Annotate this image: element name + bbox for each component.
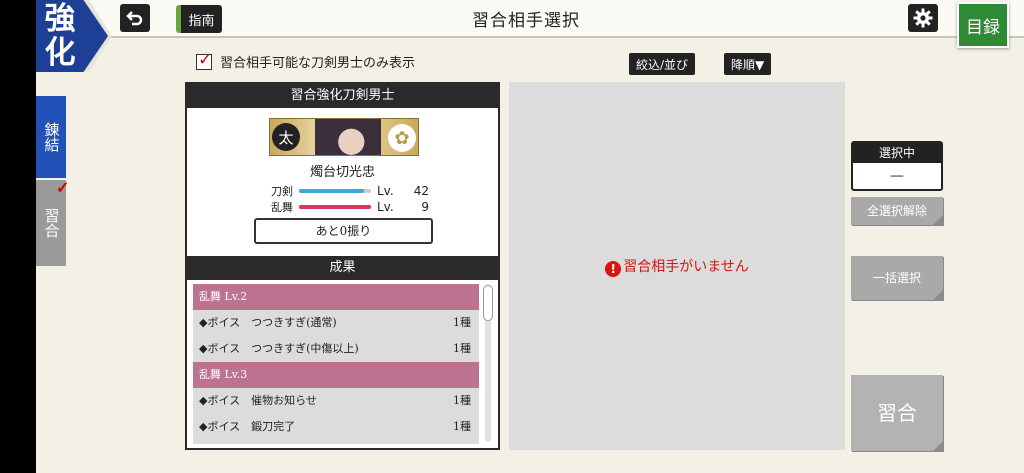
selected-header: 選択中 (853, 143, 941, 163)
side-tab-link-label: 錬結 (42, 122, 61, 152)
results-list[interactable]: 乱舞 Lv.2 ◆ボイス つつきすぎ(通常) 1種 ◆ボイス つつきすぎ(中傷以… (193, 284, 479, 444)
section-title: 強化 (44, 1, 76, 71)
list-item: ◆ボイス つつきすぎ(中傷以上) 1種 (193, 336, 479, 362)
results-scrollbar-thumb[interactable] (483, 285, 493, 321)
character-name: 燭台切光忠 (309, 165, 375, 180)
checkmark-icon: ✓ (56, 178, 70, 197)
list-item: ◆ボイス 催物お知らせ 1種 (193, 388, 479, 414)
character-face-image (315, 119, 381, 155)
ranbu-level-bar-fill (299, 205, 371, 209)
character-portrait[interactable]: 太 ✿ (269, 118, 419, 156)
results-group-header: 乱舞 Lv.2 (193, 284, 479, 310)
target-card-header: 習合強化刀剣男士 (187, 84, 498, 108)
strengthen-section-tab: 強化 (36, 0, 112, 72)
no-partner-message: ! 習合相手がいません (509, 256, 845, 277)
gear-icon (913, 8, 933, 28)
results-group-header: 乱舞 Lv.3 (193, 362, 479, 388)
app-window: 強化 指南 習合相手選択 目録 錬結 習合 ✓ ✓ 習合相手可能な刀剣男士のみ表… (36, 0, 1024, 473)
sword-level-value: 42 (413, 184, 429, 198)
guide-button[interactable]: 指南 (176, 5, 222, 33)
order-dropdown[interactable]: 降順▼ (724, 53, 772, 75)
remaining-count: あと0振り (254, 218, 433, 244)
list-item: ◆ボイス 鍛刀完了 1種 (193, 414, 479, 440)
eligible-only-label: 習合相手可能な刀剣男士のみ表示 (220, 56, 416, 71)
page-title: 習合相手選択 (472, 11, 580, 31)
results-header: 成果 (187, 256, 498, 280)
result-text: ◆ボイス 催物お知らせ (199, 394, 317, 407)
screen: 強化 指南 習合相手選択 目録 錬結 習合 ✓ ✓ 習合相手可能な刀剣男士のみ表… (0, 0, 1024, 473)
result-count: 1種 (453, 342, 471, 355)
result-count: 1種 (453, 316, 471, 329)
result-text: ◆ボイス つつきすぎ(中傷以上) (199, 342, 359, 355)
eligible-only-checkbox[interactable] (196, 50, 212, 70)
warning-icon: ! (605, 261, 622, 277)
filter-row: 習合相手可能な刀剣男士のみ表示 (196, 50, 416, 71)
side-tab-fusion-label: 習合 (42, 208, 61, 238)
cherry-blossom-icon: ✿ (388, 124, 416, 152)
stat-label: 乱舞 (271, 201, 293, 214)
sword-level-bar (299, 189, 371, 193)
partner-list-area: ! 習合相手がいません (509, 82, 845, 450)
result-count: 1種 (453, 420, 471, 433)
side-tab-link[interactable]: 錬結 (36, 96, 66, 178)
deselect-all-button[interactable]: 全選択解除 (851, 197, 943, 225)
sword-type-badge: 太 (272, 123, 300, 151)
no-partner-text: 習合相手がいません (623, 259, 749, 275)
selected-count-box: 選択中 — (851, 141, 943, 191)
ranbu-level-bar (299, 205, 371, 209)
lv-label: Lv. (377, 184, 394, 198)
sword-level-bar-fill (299, 189, 364, 193)
back-button[interactable] (120, 4, 150, 32)
target-card: 習合強化刀剣男士 太 ✿ 燭台切光忠 刀剣 Lv. 42 乱舞 Lv. 9 あと… (185, 82, 500, 450)
result-text: ◆ボイス つつきすぎ(通常) (199, 316, 337, 329)
bulk-select-button[interactable]: 一括選択 (851, 256, 943, 300)
selected-value: — (890, 168, 904, 184)
ranbu-level-stat: 乱舞 Lv. 9 (271, 199, 429, 215)
sword-level-stat: 刀剣 Lv. 42 (271, 183, 429, 199)
filter-sort-button[interactable]: 絞込/並び (629, 53, 696, 75)
result-text: ◆ボイス 鍛刀完了 (199, 420, 296, 433)
back-arrow-icon (126, 11, 143, 26)
stat-label: 刀剣 (271, 185, 293, 198)
result-count: 1種 (453, 394, 471, 407)
list-item: ◆ボイス つつきすぎ(通常) 1種 (193, 310, 479, 336)
ranbu-level-value: 9 (421, 200, 429, 214)
catalog-button[interactable]: 目録 (957, 2, 1009, 48)
fuse-button[interactable]: 習合 (851, 375, 943, 451)
lv-label: Lv. (377, 200, 394, 214)
settings-button[interactable] (908, 4, 938, 32)
